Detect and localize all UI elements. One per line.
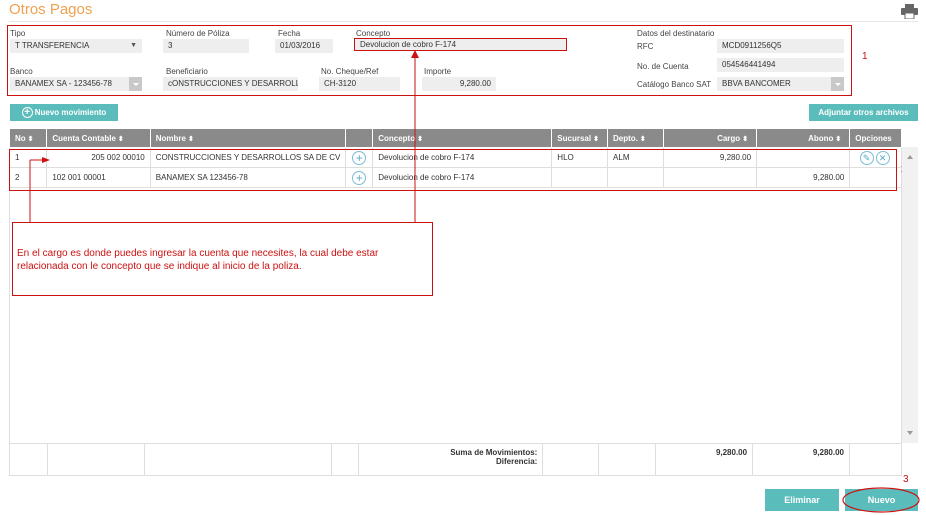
col-header-abono[interactable]: Abono ⬍ <box>756 128 851 148</box>
sort-icon: ⬍ <box>27 135 34 143</box>
nuevo-movimiento-button[interactable]: + Nuevo movimiento <box>10 104 118 121</box>
sort-icon: ⬍ <box>835 135 842 143</box>
scroll-up-icon[interactable] <box>907 155 913 159</box>
plus-circle-icon: + <box>21 107 33 119</box>
diferencia-label: Diferencia: <box>495 457 538 466</box>
title-divider <box>9 21 918 22</box>
col-header-cuenta[interactable]: Cuenta Contable ⬍ <box>46 128 151 148</box>
totals-table: Suma de Movimientos: Diferencia: 9,280.0… <box>9 443 903 476</box>
sort-icon: ⬍ <box>742 135 749 143</box>
totals-row: Suma de Movimientos: Diferencia: 9,280.0… <box>9 443 903 476</box>
sort-icon: ⬍ <box>593 135 599 143</box>
annotation-note: En el cargo es donde puedes ingresar la … <box>12 222 433 296</box>
sort-icon: ⬍ <box>639 135 646 143</box>
totals-labels: Suma de Movimientos: Diferencia: <box>357 443 544 476</box>
eliminar-button[interactable]: Eliminar <box>765 489 839 511</box>
nuevo-highlight-ellipse <box>842 487 920 513</box>
col-header-sucursal[interactable]: Sucursal ⬍ <box>551 128 609 148</box>
cargo-total: 9,280.00 <box>655 443 754 476</box>
col-header-concepto[interactable]: Concepto ⬍ <box>372 128 553 148</box>
col-header-blank <box>345 128 374 148</box>
printer-icon[interactable] <box>901 4 918 19</box>
col-header-cargo[interactable]: Cargo ⬍ <box>663 128 758 148</box>
page-title: Otros Pagos <box>9 1 93 18</box>
scroll-down-icon[interactable] <box>907 431 913 435</box>
grid-scrollbar[interactable] <box>902 147 918 443</box>
sort-icon: ⬍ <box>417 135 423 143</box>
sort-icon: ⬍ <box>117 135 124 143</box>
col-header-depto[interactable]: Depto. ⬍ <box>607 128 665 148</box>
col-header-opciones: Opciones <box>849 128 902 148</box>
marker-1: 1 <box>862 51 868 62</box>
highlight-box-header <box>7 25 852 96</box>
nuevo-movimiento-label: Nuevo movimiento <box>34 108 107 117</box>
sort-icon: ⬍ <box>187 135 194 143</box>
table-header-row: No ⬍ Cuenta Contable ⬍ Nombre ⬍ Concepto ⬍ S… <box>8 128 902 148</box>
suma-movimientos-label: Suma de Movimientos: <box>450 448 538 457</box>
highlight-box-rows <box>9 149 897 191</box>
marker-3: 3 <box>903 474 909 485</box>
col-header-no[interactable]: No ⬍ <box>8 128 48 148</box>
abono-total: 9,280.00 <box>752 443 850 476</box>
col-header-nombre[interactable]: Nombre ⬍ <box>149 128 347 148</box>
adjuntar-archivos-button[interactable]: Adjuntar otros archivos <box>809 104 918 121</box>
